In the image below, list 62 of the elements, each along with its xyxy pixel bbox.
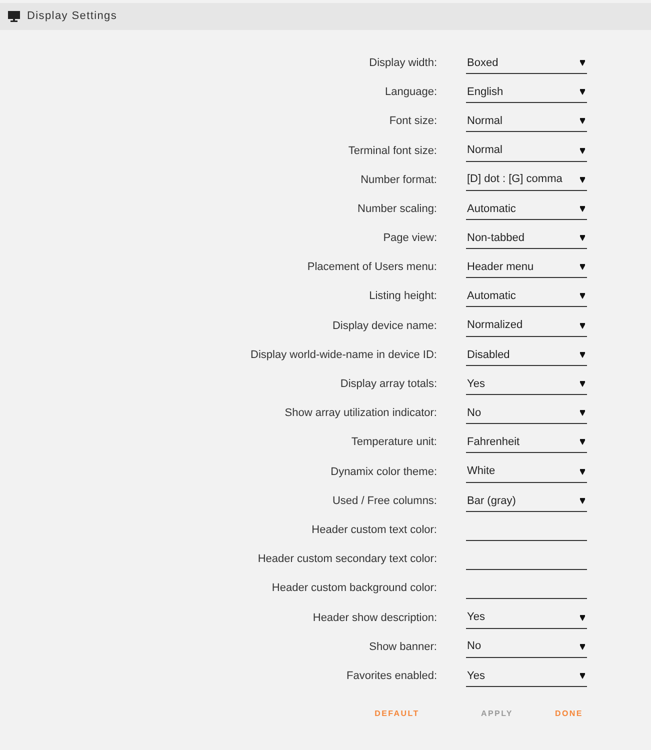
caret-icon (580, 410, 585, 416)
dropdown[interactable]: English (466, 82, 587, 104)
dropdown[interactable]: Normalized (466, 316, 587, 337)
panel-title: Display Settings (27, 9, 118, 24)
dropdown[interactable]: Normal (466, 140, 587, 162)
field-label: Used / Free columns: (332, 494, 437, 507)
dropdown[interactable]: Normal (466, 111, 587, 132)
caret-icon (580, 89, 585, 96)
caret-icon (580, 293, 585, 300)
dropdown[interactable]: Fahrenheit (466, 432, 587, 454)
dropdown[interactable]: Automatic (466, 198, 587, 220)
field-label: Header custom secondary text color: (258, 553, 437, 566)
field-label: Display world-wide-name in device ID: (250, 348, 437, 361)
field-label: Show array utilization indicator: (284, 407, 437, 420)
caret-icon (580, 352, 585, 358)
field-label: Header custom text color: (312, 524, 437, 536)
caret-icon (580, 264, 585, 270)
field-label: Number format: (360, 174, 437, 186)
field-label: Display device name: (332, 320, 437, 332)
caret-icon (580, 439, 585, 446)
caret-icon (580, 176, 585, 183)
dropdown[interactable]: Automatic (466, 286, 587, 308)
monitor-icon (8, 11, 20, 22)
caret-icon (580, 614, 585, 621)
field-label: Language: (385, 86, 437, 98)
caret-icon (580, 468, 585, 475)
caret-icon (580, 206, 585, 212)
dropdown[interactable]: Boxed (466, 52, 587, 74)
field-label: Font size: (389, 115, 437, 128)
caret-icon (580, 118, 585, 124)
caret-icon (580, 148, 585, 154)
dropdown[interactable]: Disabled (466, 344, 587, 366)
field-label: Terminal font size: (348, 144, 437, 157)
dropdown[interactable]: Yes (466, 608, 587, 629)
field-label: Show banner: (369, 640, 437, 653)
field-label: Display array totals: (340, 378, 437, 390)
caret-icon (580, 672, 585, 679)
dropdown[interactable]: [D] dot : [G] comma (466, 170, 587, 191)
field-label: Page view: (383, 232, 437, 244)
field-label: Listing height: (369, 290, 437, 302)
dropdown[interactable]: Bar (gray) (466, 490, 587, 512)
dropdown[interactable]: Header menu (466, 257, 587, 278)
field-label: Display width: (369, 56, 437, 69)
field-label: Dynamix color theme: (330, 466, 437, 478)
field-label: Placement of Users menu: (307, 261, 437, 274)
field-label: Temperature unit: (351, 436, 437, 448)
dropdown[interactable]: No (466, 403, 587, 424)
caret-icon (580, 322, 585, 329)
field-label: Header show description: (312, 612, 437, 624)
field-label: Number scaling: (358, 202, 437, 215)
caret-icon (580, 60, 585, 66)
dropdown[interactable]: Yes (466, 666, 587, 687)
caret-icon (580, 644, 585, 650)
caret-icon (580, 381, 585, 388)
field-label: Favorites enabled: (346, 670, 437, 682)
caret-icon (580, 235, 585, 242)
dropdown[interactable]: Non-tabbed (466, 228, 587, 250)
dropdown[interactable]: White (466, 462, 587, 483)
dropdown[interactable]: Yes (466, 374, 587, 396)
caret-icon (580, 498, 585, 504)
field-label: Header custom background color: (272, 582, 437, 594)
dropdown[interactable]: No (466, 636, 587, 658)
